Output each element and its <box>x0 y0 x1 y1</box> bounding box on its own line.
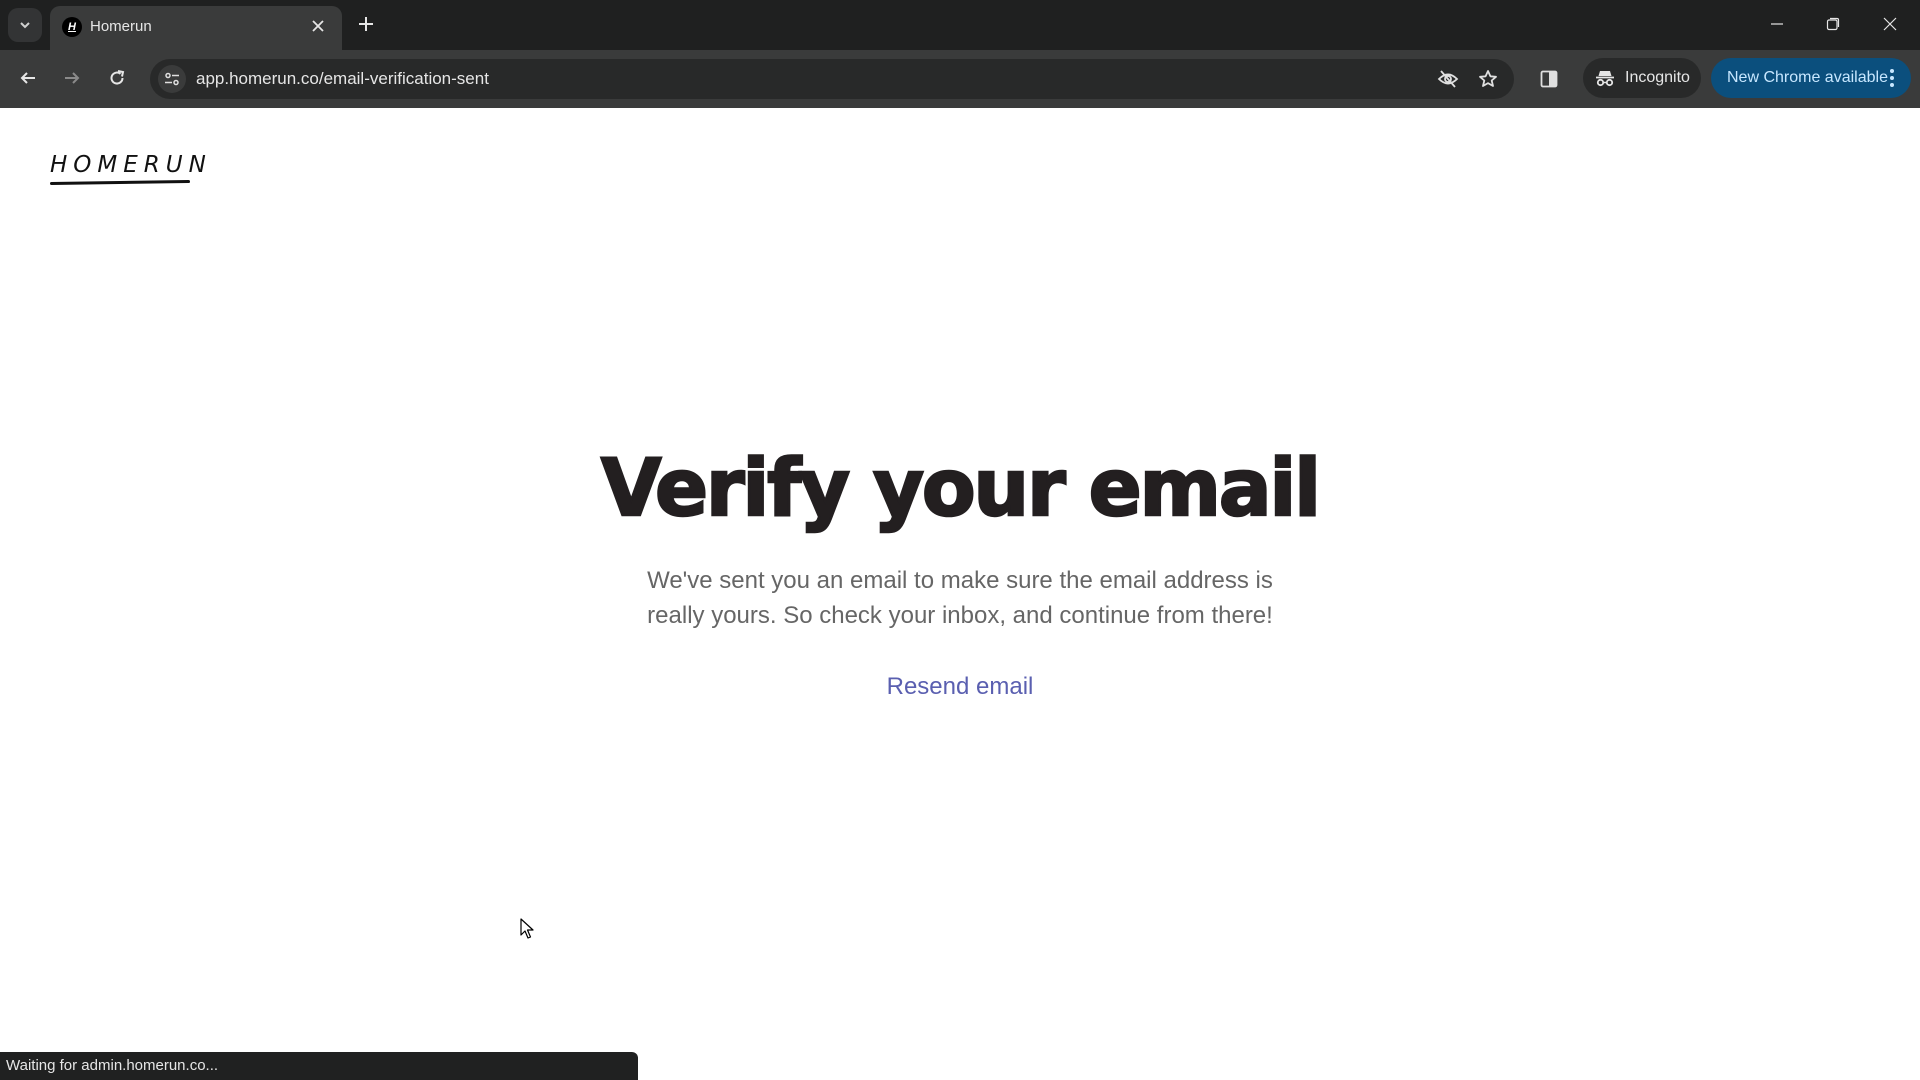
tab-strip: H Homerun <box>0 0 1920 50</box>
close-window-button[interactable] <box>1868 8 1912 40</box>
minimize-button[interactable] <box>1755 8 1799 40</box>
reload-icon <box>110 70 125 85</box>
update-label: New Chrome available <box>1727 69 1888 86</box>
star-icon <box>1479 70 1497 87</box>
page-title: Verify your email <box>600 443 1323 535</box>
tab-title: Homerun <box>90 18 152 35</box>
new-tab-button[interactable] <box>352 10 380 38</box>
forward-icon <box>65 72 80 84</box>
new-chrome-available-button[interactable]: New Chrome available <box>1711 58 1911 98</box>
logo-text: HOMERUN <box>50 152 212 178</box>
maximize-button[interactable] <box>1811 8 1855 40</box>
incognito-label: Incognito <box>1625 69 1690 86</box>
side-panel-icon <box>1540 70 1558 88</box>
close-window-icon <box>1883 17 1897 31</box>
incognito-icon <box>1596 71 1614 87</box>
tab-close-button[interactable] <box>306 14 330 38</box>
tracking-protection-button[interactable] <box>1436 67 1460 91</box>
site-info-button[interactable] <box>158 65 186 93</box>
side-panel-button[interactable] <box>1537 67 1561 91</box>
status-bar: Waiting for admin.homerun.co... <box>0 1052 638 1080</box>
back-button[interactable] <box>12 62 44 94</box>
minimize-icon <box>1771 23 1783 25</box>
site-info-icon <box>165 72 179 86</box>
resend-email-link[interactable]: Resend email <box>887 673 1034 701</box>
reload-button[interactable] <box>101 62 133 94</box>
tab-homerun[interactable]: H Homerun <box>50 6 342 50</box>
forward-button[interactable] <box>56 62 88 94</box>
verification-panel: Verify your email We've sent you an emai… <box>560 443 1360 701</box>
logo-underline <box>49 180 191 185</box>
plus-icon <box>359 17 373 31</box>
restore-icon <box>1826 17 1840 31</box>
tab-search-button[interactable] <box>8 8 42 42</box>
chevron-down-icon <box>20 22 30 29</box>
homerun-logo[interactable]: HOMERUN <box>49 152 212 185</box>
bookmark-button[interactable] <box>1476 67 1500 91</box>
incognito-indicator[interactable]: Incognito <box>1583 58 1701 98</box>
homerun-favicon-icon: H <box>62 17 82 37</box>
mouse-cursor-icon <box>520 918 534 939</box>
eye-off-icon <box>1437 70 1459 88</box>
url-text[interactable]: app.homerun.co/email-verification-sent <box>196 69 489 89</box>
more-icon[interactable] <box>1883 66 1901 90</box>
verification-message: We've sent you an email to make sure the… <box>647 566 1273 629</box>
close-icon <box>312 20 324 32</box>
back-icon <box>20 72 35 84</box>
address-bar[interactable]: app.homerun.co/email-verification-sent <box>150 59 1514 99</box>
page-content: HOMERUN Verify your email We've sent you… <box>0 108 1920 1080</box>
